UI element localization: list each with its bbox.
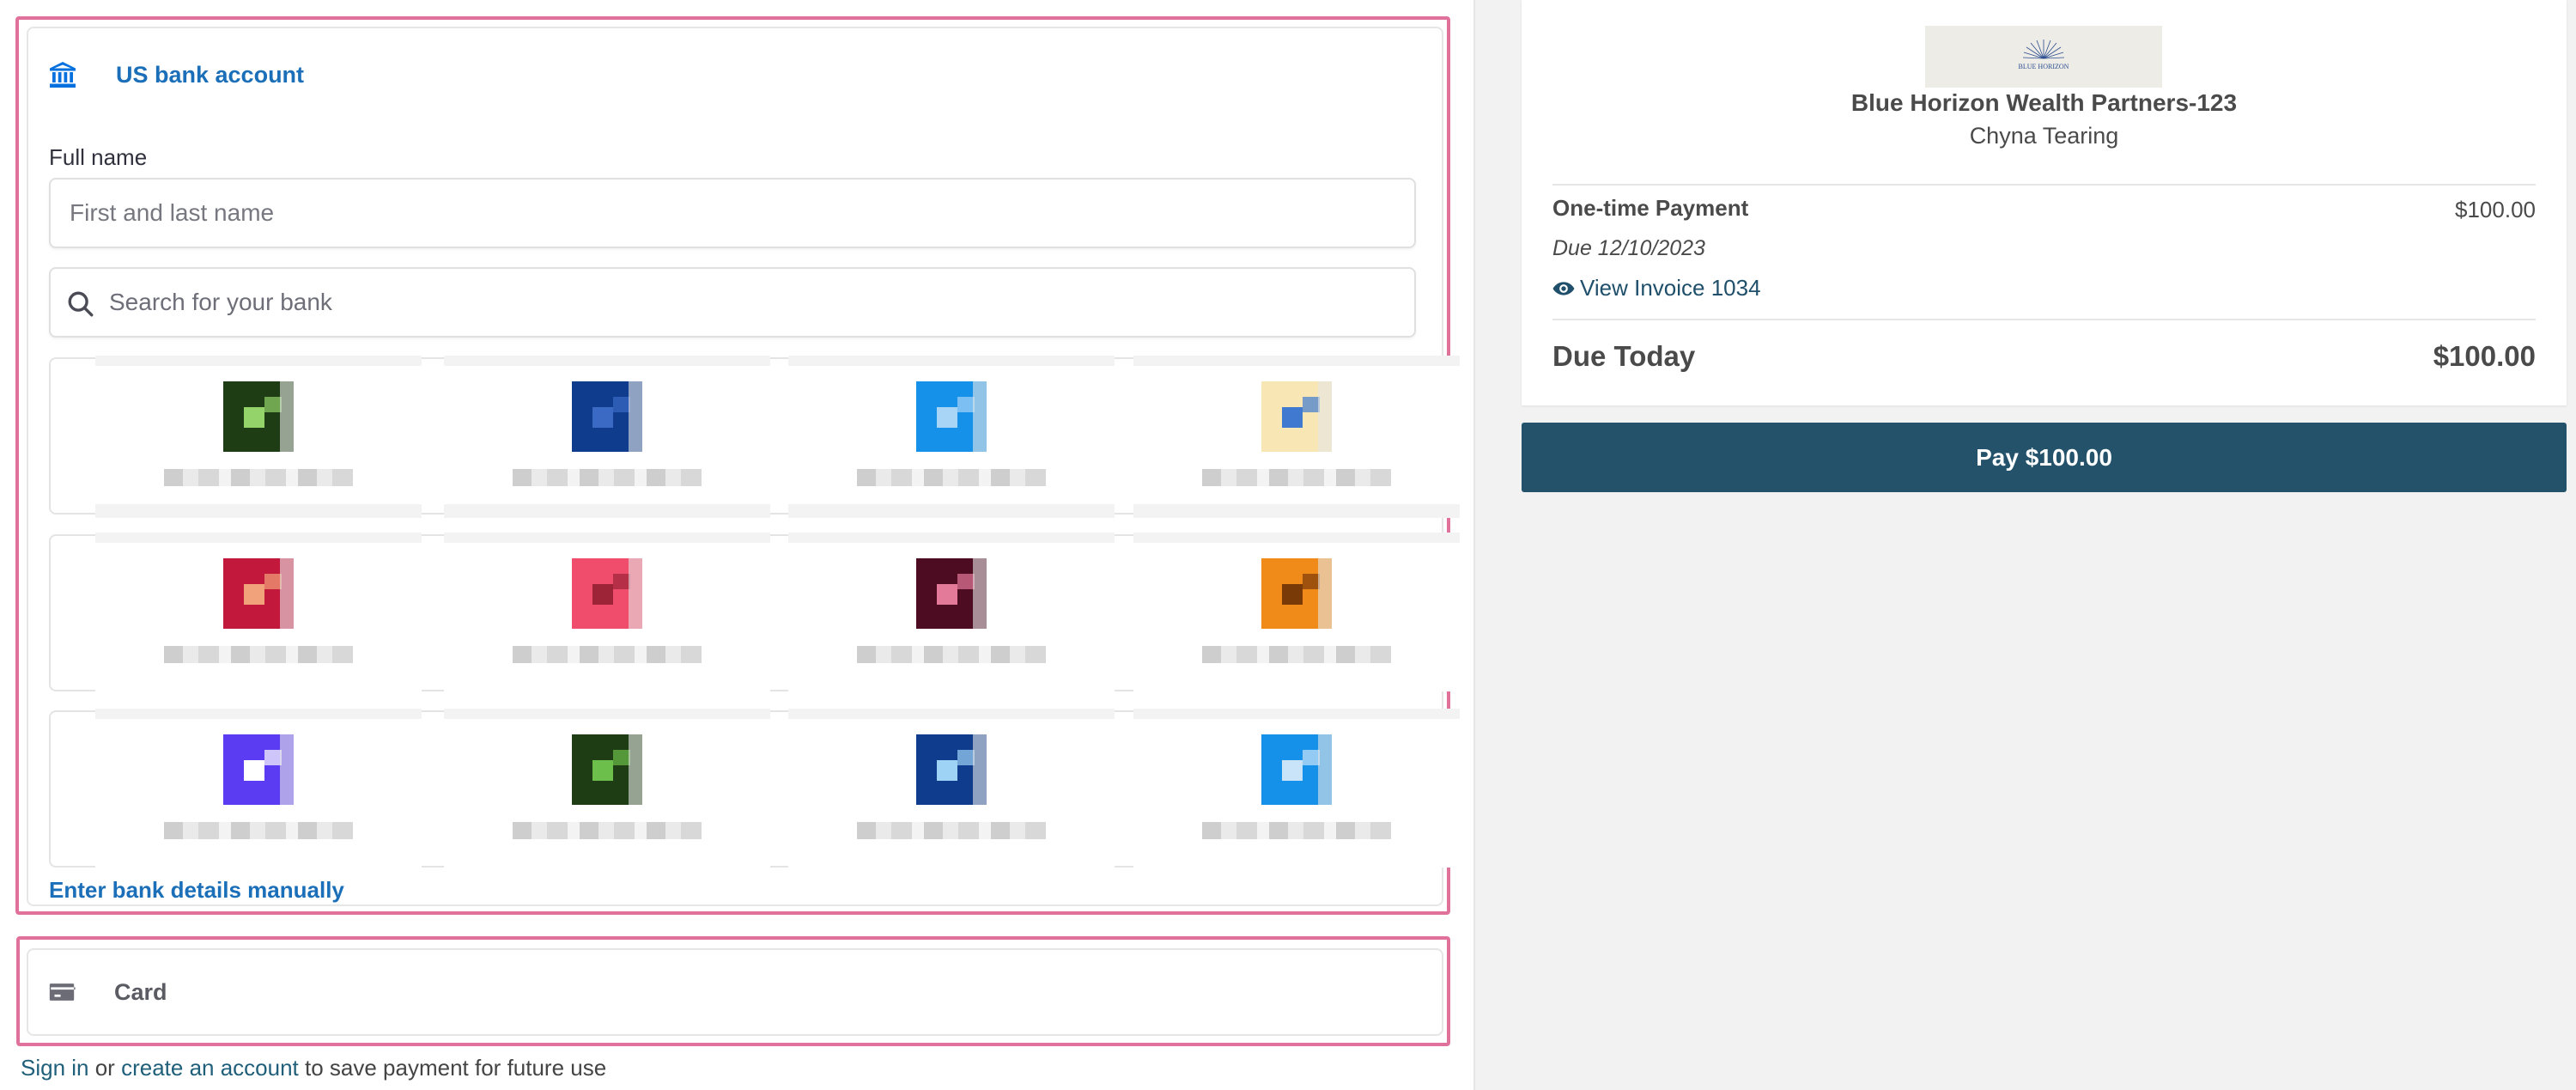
bank-search-input[interactable] [109,269,1397,336]
bank-name-redacted [513,469,702,486]
tile-shade [444,533,770,543]
bank-name-redacted [857,646,1046,663]
bank-logo-icon [572,734,642,805]
tile-shade [788,356,1115,366]
bank-name-redacted [164,822,353,839]
bank-logo-icon [1261,381,1332,452]
bank-option-tile[interactable] [95,709,422,868]
due-today-label: Due Today [1552,340,1696,372]
tile-shade [788,533,1115,543]
bank-option-tile[interactable] [444,356,770,518]
bank-name-redacted [857,469,1046,486]
tile-shade [95,533,422,543]
bank-name-redacted [164,646,353,663]
bank-panel-header[interactable]: US bank account [47,56,304,94]
bank-option-tile[interactable] [95,356,422,518]
customer-name: Chyna Tearing [1969,123,2119,149]
save-payment-prompt: Sign in or create an account to save pay… [21,1055,606,1081]
tile-shade [788,504,1115,518]
bank-logo-icon [916,558,987,629]
bank-grid [49,356,1460,869]
bank-name-redacted [857,822,1046,839]
bank-option-tile[interactable] [444,709,770,868]
payment-methods-panel: US bank account Full name Enter bank det… [0,0,1473,1090]
bank-icon [50,62,76,88]
bank-name-redacted [1202,469,1391,486]
tile-shade [95,504,422,518]
signin-or-text: or [88,1055,122,1081]
tile-shade [95,356,422,366]
bank-option-tile[interactable] [95,533,422,691]
full-name-input[interactable] [49,178,1416,248]
tile-shade [1133,709,1460,719]
merchant-name: Blue Horizon Wealth Partners-123 [1850,89,2238,116]
bank-option-tile[interactable] [1133,709,1460,868]
payment-type: One-time Payment [1552,195,1749,221]
tile-shade [1133,533,1460,543]
card-option-label: Card [114,978,167,1005]
full-name-label: Full name [49,144,148,170]
merchant-logo: BLUE HORIZON [1925,26,2162,88]
card-payment-option[interactable]: Card [27,948,1443,1036]
tile-shade [444,709,770,719]
due-date: Due 12/10/2023 [1552,236,1705,260]
bank-name-redacted [164,469,353,486]
svg-text:BLUE HORIZON: BLUE HORIZON [2019,63,2069,70]
bank-option-tile[interactable] [788,533,1115,691]
credit-card-icon [49,983,76,1001]
bank-logo-icon [1261,558,1332,629]
bank-logo-icon [223,734,294,805]
bank-logo-icon [572,558,642,629]
bank-logo-icon [916,381,987,452]
divider [1552,319,2536,320]
tile-shade [788,709,1115,719]
tile-shade [444,356,770,366]
bank-name-redacted [513,822,702,839]
bank-search-field[interactable] [49,267,1416,338]
bank-name-redacted [1202,822,1391,839]
save-payment-suffix: to save payment for future use [298,1055,607,1081]
bank-option-tile[interactable] [444,533,770,691]
bank-logo-icon [223,558,294,629]
bank-logo-icon [916,734,987,805]
sunburst-logo-icon: BLUE HORIZON [2019,40,2069,70]
bank-logo-icon [223,381,294,452]
tile-shade [444,504,770,518]
view-invoice-link[interactable]: View Invoice 1034 [1552,275,1761,301]
tile-shade [95,709,422,719]
bank-logo-icon [1261,734,1332,805]
bank-option-tile[interactable] [1133,533,1460,691]
create-account-link[interactable]: create an account [121,1055,299,1081]
enter-bank-details-manually-link[interactable]: Enter bank details manually [49,877,344,904]
bank-option-tile[interactable] [788,709,1115,868]
pay-button[interactable]: Pay $100.00 [1522,423,2567,492]
eye-icon [1552,281,1575,295]
search-icon [68,291,94,317]
bank-panel-title: US bank account [116,61,305,88]
bank-option-tile[interactable] [788,356,1115,518]
bank-logo-icon [572,381,642,452]
divider [1552,184,2536,186]
tile-shade [1133,504,1460,518]
bank-name-redacted [513,646,702,663]
due-today-amount: $100.00 [2433,340,2536,372]
bank-name-redacted [1202,646,1391,663]
payment-amount: $100.00 [2455,197,2536,222]
order-summary-panel: BLUE HORIZON Blue Horizon Wealth Partner… [1473,0,2576,1090]
us-bank-account-panel[interactable]: US bank account Full name Enter bank det… [27,27,1460,906]
bank-option-tile[interactable] [1133,356,1460,518]
tile-shade [1133,356,1460,366]
payment-summary-card: BLUE HORIZON Blue Horizon Wealth Partner… [1522,0,2567,405]
sign-in-link[interactable]: Sign in [21,1055,89,1081]
view-invoice-label: View Invoice 1034 [1580,275,1761,301]
